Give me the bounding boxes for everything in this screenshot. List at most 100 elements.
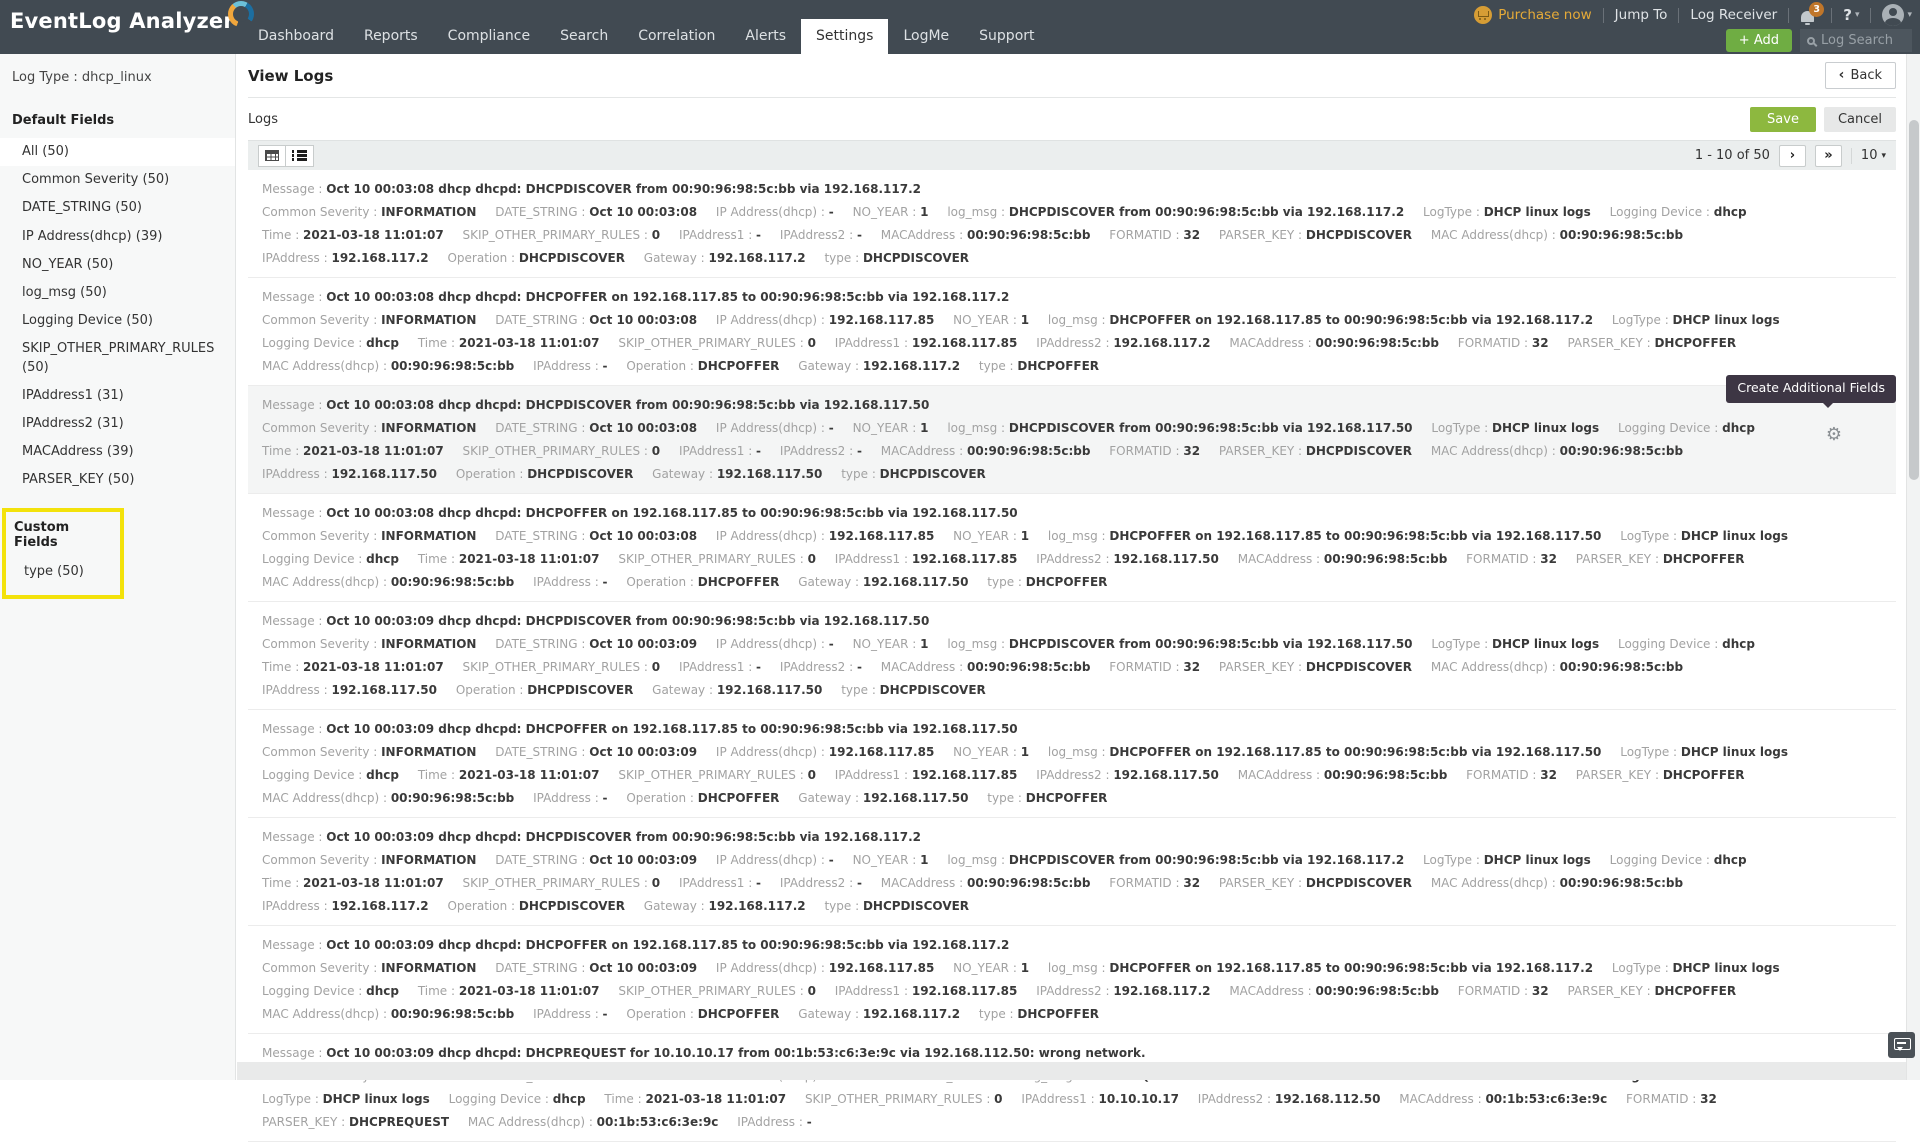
add-button[interactable]: + Add bbox=[1726, 29, 1792, 52]
log-entry[interactable]: Message : Oct 10 00:03:09 dhcp dhcpd: DH… bbox=[248, 926, 1896, 1034]
log-field-pair: IP Address(dhcp) : 192.168.117.85 bbox=[716, 741, 934, 764]
sidebar-field-item[interactable]: IPAddress1 (31) bbox=[0, 382, 235, 410]
page-size-dropdown[interactable]: 10 ▾ bbox=[1861, 148, 1886, 163]
top-header: EventLog Analyzer DashboardReportsCompli… bbox=[0, 0, 1920, 54]
tooltip-create-additional-fields: Create Additional Fields bbox=[1726, 375, 1896, 403]
log-entry[interactable]: Message : Oct 10 00:03:09 dhcp dhcpd: DH… bbox=[248, 1034, 1896, 1142]
back-button[interactable]: ‹ Back bbox=[1825, 62, 1896, 89]
sidebar-field-item[interactable]: All (50) bbox=[0, 138, 235, 166]
user-menu-button[interactable]: ▾ bbox=[1882, 4, 1912, 26]
log-entry[interactable]: Message : Oct 10 00:03:08 dhcp dhcpd: DH… bbox=[248, 278, 1896, 386]
notifications-button[interactable]: 3 bbox=[1800, 6, 1820, 24]
sidebar-field-item[interactable]: log_msg (50) bbox=[0, 279, 235, 307]
log-field-pair: Gateway : 192.168.117.2 bbox=[798, 1003, 960, 1026]
log-field-pair: type : DHCPOFFER bbox=[979, 355, 1099, 378]
log-receiver-link[interactable]: Log Receiver bbox=[1690, 7, 1777, 23]
log-field-pair: IPAddress2 : - bbox=[780, 872, 862, 895]
sidebar-field-item[interactable]: IPAddress2 (31) bbox=[0, 410, 235, 438]
fields-sidebar: Log Type : dhcp_linux Default Fields All… bbox=[0, 54, 236, 1080]
tab-support[interactable]: Support bbox=[964, 19, 1049, 54]
sidebar-custom-field-item[interactable]: type (50) bbox=[6, 558, 120, 586]
tab-search[interactable]: Search bbox=[545, 19, 623, 54]
log-field-pair: Time : 2021-03-18 11:01:07 bbox=[418, 332, 600, 355]
log-field-pair: DATE_STRING : Oct 10 00:03:08 bbox=[495, 309, 697, 332]
log-field-pair: IP Address(dhcp) : - bbox=[716, 201, 834, 224]
tab-settings[interactable]: Settings bbox=[801, 19, 888, 54]
log-field-pair: MAC Address(dhcp) : 00:1b:53:c6:3e:9c bbox=[468, 1111, 719, 1134]
tab-correlation[interactable]: Correlation bbox=[623, 19, 730, 54]
log-message-value: Oct 10 00:03:09 dhcp dhcpd: DHCPDISCOVER… bbox=[326, 614, 929, 628]
tab-dashboard[interactable]: Dashboard bbox=[243, 19, 349, 54]
log-field-pair: Logging Device : dhcp bbox=[1618, 633, 1755, 656]
create-additional-fields-gear-icon[interactable]: ⚙ bbox=[1826, 426, 1842, 444]
log-field-pair: MACAddress : 00:90:96:98:5c:bb bbox=[881, 872, 1091, 895]
tab-reports[interactable]: Reports bbox=[349, 19, 433, 54]
sidebar-field-item[interactable]: IP Address(dhcp) (39) bbox=[0, 223, 235, 251]
log-entry[interactable]: Message : Oct 10 00:03:08 dhcp dhcpd: DH… bbox=[248, 494, 1896, 602]
log-field-pair: SKIP_OTHER_PRIMARY_RULES : 0 bbox=[618, 980, 816, 1003]
sidebar-field-item[interactable]: Common Severity (50) bbox=[0, 166, 235, 194]
user-avatar-icon bbox=[1882, 4, 1904, 26]
log-message-line: Message : Oct 10 00:03:09 dhcp dhcpd: DH… bbox=[262, 718, 1882, 741]
log-field-pair: Operation : DHCPDISCOVER bbox=[456, 679, 633, 702]
log-field-pair: PARSER_KEY : DHCPOFFER bbox=[1567, 980, 1736, 1003]
log-field-pair: MAC Address(dhcp) : 00:90:96:98:5c:bb bbox=[262, 571, 514, 594]
help-menu-button[interactable]: ? ▾ bbox=[1843, 6, 1859, 24]
log-field-pair: FORMATID : 32 bbox=[1109, 872, 1200, 895]
log-field-pair: IP Address(dhcp) : - bbox=[716, 633, 834, 656]
help-icon: ? bbox=[1843, 6, 1852, 24]
sidebar-field-item[interactable]: SKIP_OTHER_PRIMARY_RULES (50) bbox=[0, 335, 235, 381]
log-entry[interactable]: Message : Oct 10 00:03:09 dhcp dhcpd: DH… bbox=[248, 710, 1896, 818]
bottom-scroll-strip[interactable] bbox=[237, 1062, 1906, 1080]
list-view-button[interactable] bbox=[286, 145, 314, 167]
log-entry[interactable]: Message : Oct 10 00:03:08 dhcp dhcpd: DH… bbox=[248, 170, 1896, 278]
page-title: View Logs bbox=[248, 67, 333, 85]
jump-to-link[interactable]: Jump To bbox=[1615, 7, 1668, 23]
log-entry[interactable]: Message : Oct 10 00:03:08 dhcp dhcpd: DH… bbox=[248, 386, 1896, 494]
log-entry[interactable]: Message : Oct 10 00:03:09 dhcp dhcpd: DH… bbox=[248, 818, 1896, 926]
log-field-pair: IPAddress1 : - bbox=[679, 656, 761, 679]
table-view-button[interactable] bbox=[258, 145, 286, 167]
log-field-pair: Gateway : 192.168.117.50 bbox=[652, 679, 822, 702]
log-field-pair: FORMATID : 32 bbox=[1458, 980, 1549, 1003]
log-field-pair: Common Severity : INFORMATION bbox=[262, 201, 476, 224]
log-field-pair: Logging Device : dhcp bbox=[1618, 417, 1755, 440]
log-field-pair: SKIP_OTHER_PRIMARY_RULES : 0 bbox=[463, 224, 661, 247]
sidebar-field-item[interactable]: PARSER_KEY (50) bbox=[0, 466, 235, 494]
scrollbar-thumb[interactable] bbox=[1909, 120, 1919, 480]
tab-logme[interactable]: LogMe bbox=[888, 19, 964, 54]
log-field-pair: FORMATID : 32 bbox=[1626, 1088, 1717, 1111]
last-page-button[interactable]: » bbox=[1815, 145, 1842, 167]
log-field-pair: FORMATID : 32 bbox=[1466, 764, 1557, 787]
cancel-button[interactable]: Cancel bbox=[1824, 107, 1896, 132]
sidebar-field-item[interactable]: DATE_STRING (50) bbox=[0, 194, 235, 222]
log-field-pair: IPAddress : - bbox=[533, 1003, 607, 1026]
sidebar-field-item[interactable]: Logging Device (50) bbox=[0, 307, 235, 335]
log-entry[interactable]: Message : Oct 10 00:03:09 dhcp dhcpd: DH… bbox=[248, 602, 1896, 710]
divider bbox=[1678, 8, 1679, 23]
default-fields-heading: Default Fields bbox=[0, 85, 235, 138]
log-field-pair: Gateway : 192.168.117.50 bbox=[798, 571, 968, 594]
sidebar-field-item[interactable]: MACAddress (39) bbox=[0, 438, 235, 466]
log-field-pair: Operation : DHCPOFFER bbox=[626, 571, 779, 594]
log-field-pair: Gateway : 192.168.117.50 bbox=[652, 463, 822, 486]
log-field-pair: IPAddress : - bbox=[737, 1111, 811, 1134]
log-message-line: Message : Oct 10 00:03:09 dhcp dhcpd: DH… bbox=[262, 610, 1882, 633]
log-field-pair: type : DHCPDISCOVER bbox=[824, 895, 969, 918]
log-search-input[interactable]: Log Search bbox=[1800, 29, 1912, 52]
log-field-pair: MAC Address(dhcp) : 00:90:96:98:5c:bb bbox=[262, 355, 514, 378]
next-page-button[interactable]: › bbox=[1779, 145, 1806, 167]
log-field-pair: MACAddress : 00:90:96:98:5c:bb bbox=[881, 440, 1091, 463]
save-button[interactable]: Save bbox=[1750, 107, 1816, 132]
log-field-pair: Logging Device : dhcp bbox=[449, 1088, 586, 1111]
logs-toolbar: 1 - 10 of 50 › » 10 ▾ bbox=[248, 140, 1896, 170]
log-field-pair: SKIP_OTHER_PRIMARY_RULES : 0 bbox=[618, 764, 816, 787]
tab-alerts[interactable]: Alerts bbox=[730, 19, 801, 54]
vertical-scrollbar[interactable] bbox=[1906, 54, 1920, 1080]
sidebar-field-item[interactable]: NO_YEAR (50) bbox=[0, 251, 235, 279]
log-message-line: Message : Oct 10 00:03:08 dhcp dhcpd: DH… bbox=[262, 502, 1882, 525]
feedback-chat-icon[interactable] bbox=[1888, 1032, 1915, 1058]
log-field-pair: MAC Address(dhcp) : 00:90:96:98:5c:bb bbox=[262, 1003, 514, 1026]
tab-compliance[interactable]: Compliance bbox=[433, 19, 545, 54]
purchase-now-link[interactable]: Purchase now bbox=[1474, 6, 1591, 24]
